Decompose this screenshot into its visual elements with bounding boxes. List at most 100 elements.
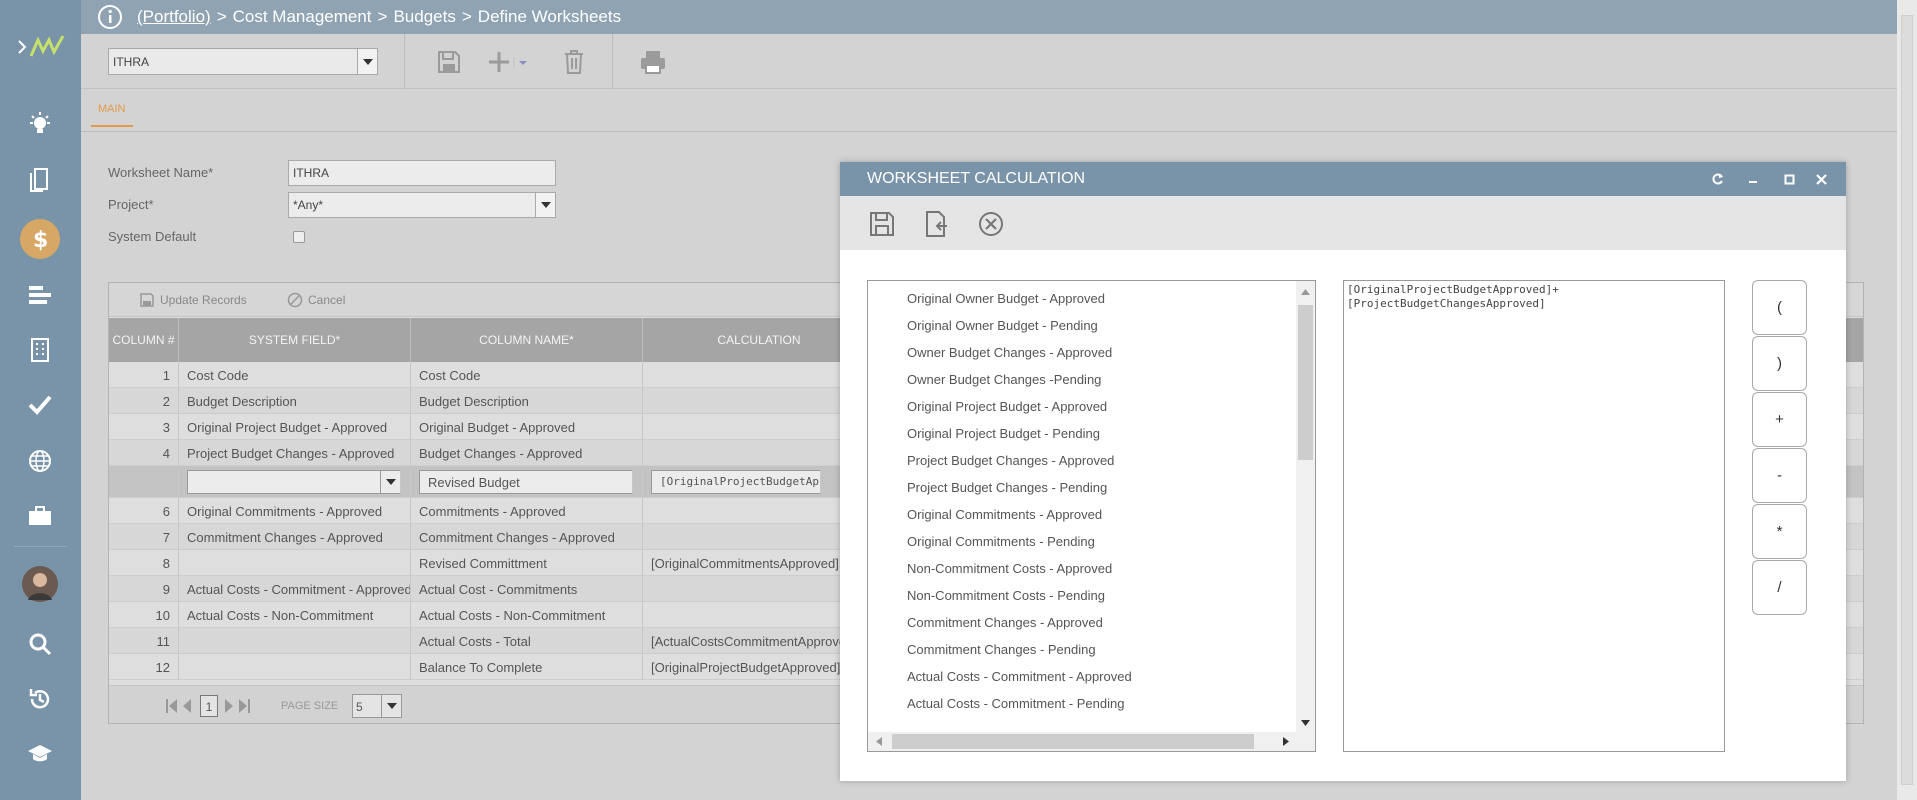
list-item[interactable]: Non-Commitment Costs - Approved (868, 557, 1288, 584)
add-dropdown-button[interactable] (485, 46, 533, 78)
vertical-scrollbar[interactable] (1296, 281, 1315, 732)
horizontal-scrollbar[interactable] (868, 732, 1315, 751)
print-icon[interactable] (636, 46, 670, 78)
page-size-select[interactable]: 5 (352, 694, 402, 718)
page-size-label: PAGE SIZE (281, 700, 339, 712)
list-item[interactable]: Project Budget Changes - Pending (868, 476, 1288, 503)
dollar-icon[interactable]: $ (20, 219, 60, 259)
tab-bar: MAIN (81, 89, 1897, 132)
save-icon[interactable] (432, 46, 466, 78)
breadcrumb-portfolio-link[interactable]: (Portfolio) (137, 7, 211, 27)
list-item[interactable]: Commitment Changes - Approved (868, 611, 1288, 638)
chevron-down-icon[interactable] (380, 471, 400, 493)
list-item[interactable]: Actual Costs - Commitment - Pending (868, 692, 1288, 719)
maximize-icon[interactable] (1780, 170, 1798, 188)
app-logo[interactable] (0, 22, 81, 72)
cancel-button[interactable]: Cancel (287, 292, 345, 308)
dialog-toolbar (840, 196, 1846, 250)
header-column-number[interactable]: COLUMN # (109, 318, 179, 362)
list-item[interactable]: Owner Budget Changes - Approved (868, 341, 1288, 368)
project-select[interactable]: *Any* (288, 192, 556, 218)
lightbulb-icon[interactable] (20, 104, 60, 144)
plus-button[interactable]: + (1752, 392, 1807, 447)
scrollbar-thumb[interactable] (1901, 15, 1913, 785)
worksheet-select-value: ITHRA (113, 55, 149, 69)
chevron-down-icon[interactable] (381, 695, 401, 717)
worksheet-name-input[interactable]: ITHRA (288, 160, 556, 186)
search-icon[interactable] (20, 624, 60, 664)
current-page[interactable]: 1 (200, 695, 218, 717)
worksheet-select[interactable]: ITHRA (108, 48, 378, 75)
minimize-icon[interactable] (1744, 170, 1762, 188)
list-item[interactable]: Non-Commitment Costs - Pending (868, 584, 1288, 611)
formula-textarea[interactable]: [OriginalProjectBudgetApproved]+ [Projec… (1343, 280, 1725, 752)
graduation-cap-icon[interactable] (20, 734, 60, 774)
header-column-name[interactable]: COLUMN NAME* (411, 318, 643, 362)
update-records-label: Update Records (160, 293, 247, 307)
project-select-value: *Any* (293, 198, 324, 212)
cell-system-field: Commitment Changes - Approved (179, 524, 411, 549)
briefcase-icon[interactable] (20, 496, 60, 536)
system-default-checkbox[interactable] (293, 231, 305, 243)
building-icon[interactable] (20, 330, 60, 370)
documents-icon[interactable] (20, 160, 60, 200)
left-navigation-rail: $ (0, 0, 81, 800)
breadcrumb-item[interactable]: Budgets (393, 7, 455, 27)
scrollbar-thumb[interactable] (892, 734, 1254, 749)
cell-system-field: Budget Description (179, 388, 411, 413)
globe-icon[interactable] (20, 441, 60, 481)
calculation-input[interactable]: [OriginalProjectBudgetApproved]+ (651, 470, 821, 494)
close-paren-button[interactable]: ) (1752, 336, 1807, 391)
system-fields-list[interactable]: Original Owner Budget - Approved Origina… (867, 280, 1316, 752)
system-default-label: System Default (108, 229, 197, 244)
scroll-down-icon (1301, 720, 1310, 726)
cell-column-name: Actual Costs - Non-Commitment (411, 602, 643, 627)
list-item[interactable]: Original Commitments - Approved (868, 503, 1288, 530)
close-icon[interactable] (1812, 170, 1830, 188)
divide-button[interactable]: / (1752, 560, 1807, 615)
page-scrollbar[interactable] (1897, 0, 1917, 800)
tab-main[interactable]: MAIN (91, 103, 133, 127)
refresh-icon[interactable] (1709, 170, 1727, 188)
user-avatar[interactable] (22, 566, 58, 602)
minus-button[interactable]: - (1752, 448, 1807, 503)
main-toolbar: ITHRA (81, 34, 1897, 89)
history-icon[interactable] (20, 679, 60, 719)
header-system-field[interactable]: SYSTEM FIELD* (179, 318, 411, 362)
list-item[interactable]: Original Owner Budget - Approved (868, 287, 1288, 314)
list-item[interactable]: Original Commitments - Pending (868, 530, 1288, 557)
list-item[interactable]: Original Project Budget - Approved (868, 395, 1288, 422)
save-and-close-icon[interactable] (920, 209, 952, 239)
list-item[interactable]: Original Project Budget - Pending (868, 422, 1288, 449)
cancel-icon[interactable] (975, 209, 1007, 239)
cell-column-number: 9 (109, 576, 179, 601)
cell-column-number: 8 (109, 550, 179, 575)
page-size-value: 5 (356, 700, 363, 714)
info-icon[interactable] (97, 4, 123, 30)
delete-icon[interactable] (557, 46, 591, 78)
column-name-input[interactable]: Revised Budget (419, 470, 633, 494)
breadcrumb-separator: > (216, 7, 227, 26)
system-field-select[interactable] (187, 470, 401, 494)
dialog-titlebar: WORKSHEET CALCULATION (840, 162, 1846, 196)
cell-column-name: Original Budget - Approved (411, 414, 643, 439)
list-item[interactable]: Original Owner Budget - Pending (868, 314, 1288, 341)
scrollbar-thumb[interactable] (1298, 305, 1313, 460)
list-item[interactable]: Actual Costs - Commitment - Approved (868, 665, 1288, 692)
save-icon[interactable] (866, 209, 898, 239)
cell-system-field: Original Project Budget - Approved (179, 414, 411, 439)
multiply-button[interactable]: * (1752, 504, 1807, 559)
chevron-down-icon[interactable] (535, 193, 555, 217)
breadcrumb-item[interactable]: Cost Management (233, 7, 372, 27)
checkmark-icon[interactable] (20, 385, 60, 425)
update-records-button[interactable]: Update Records (139, 292, 247, 308)
list-item[interactable]: Commitment Changes - Pending (868, 638, 1288, 665)
open-paren-button[interactable]: ( (1752, 280, 1807, 335)
list-item[interactable]: Owner Budget Changes -Pending (868, 368, 1288, 395)
scroll-up-icon (1301, 289, 1310, 295)
gantt-icon[interactable] (20, 275, 60, 315)
list-item[interactable]: Project Budget Changes - Approved (868, 449, 1288, 476)
cell-column-name: Actual Costs - Total (411, 628, 643, 653)
chevron-down-icon[interactable] (357, 49, 377, 74)
breadcrumb-separator: > (377, 7, 388, 26)
